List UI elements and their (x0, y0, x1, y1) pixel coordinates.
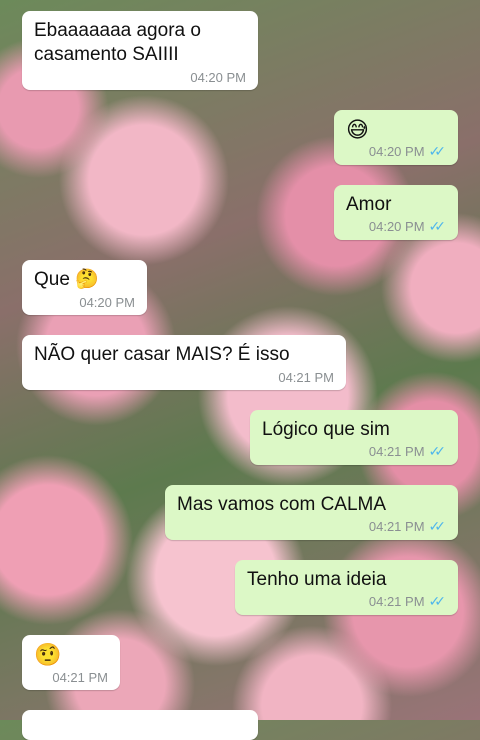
message-text: NÃO quer casar MAIS? É isso (34, 344, 290, 365)
message-meta: 04:21 PM ✓✓ (369, 518, 446, 535)
message-bubble-partial[interactable] (22, 710, 258, 740)
message-text: Mas vamos com CALMA (177, 494, 387, 515)
message-bubble-outgoing[interactable]: Mas vamos com CALMA 04:21 PM ✓✓ (165, 485, 458, 540)
message-bubble-incoming[interactable]: 🤨 04:21 PM (22, 635, 120, 690)
message-text: Tenho uma ideia (247, 569, 387, 590)
message-time: 04:21 PM (368, 519, 425, 534)
message-time: 04:21 PM (278, 370, 334, 385)
message-time: 04:20 PM (368, 144, 425, 159)
message-text: 😅 (346, 117, 369, 142)
message-time: 04:21 PM (368, 444, 425, 459)
message-bubble-outgoing[interactable]: 😅 04:20 PM ✓✓ (334, 110, 458, 165)
message-meta: 04:20 PM ✓✓ (369, 143, 446, 160)
double-check-icon: ✓✓ (428, 218, 447, 234)
message-meta: 04:21 PM ✓✓ (369, 593, 446, 610)
message-meta: 04:21 PM ✓✓ (369, 443, 446, 460)
message-bubble-incoming[interactable]: Ebaaaaaaa agora o casamento SAIIII 04:20… (22, 11, 258, 90)
message-meta: 04:20 PM (190, 70, 246, 85)
message-meta: 04:21 PM (52, 670, 108, 685)
message-meta: 04:20 PM (79, 295, 135, 310)
message-text: Que 🤔 (34, 269, 99, 290)
message-time: 04:20 PM (79, 295, 135, 310)
message-bubble-outgoing[interactable]: Lógico que sim 04:21 PM ✓✓ (250, 410, 458, 465)
chat-area: Ebaaaaaaa agora o casamento SAIIII 04:20… (0, 0, 480, 740)
message-bubble-incoming[interactable]: NÃO quer casar MAIS? É isso 04:21 PM (22, 335, 346, 390)
message-bubble-outgoing[interactable]: Amor 04:20 PM ✓✓ (334, 185, 458, 240)
double-check-icon: ✓✓ (428, 143, 447, 159)
message-meta: 04:21 PM (278, 370, 334, 385)
message-bubble-outgoing[interactable]: Tenho uma ideia 04:21 PM ✓✓ (235, 560, 458, 615)
double-check-icon: ✓✓ (428, 443, 447, 459)
message-time: 04:21 PM (52, 670, 108, 685)
message-time: 04:20 PM (190, 70, 246, 85)
double-check-icon: ✓✓ (428, 593, 447, 609)
message-bubble-incoming[interactable]: Que 🤔 04:20 PM (22, 260, 147, 315)
message-time: 04:21 PM (368, 594, 425, 609)
message-time: 04:20 PM (368, 219, 425, 234)
message-text: Amor (346, 194, 392, 215)
message-meta: 04:20 PM ✓✓ (369, 218, 446, 235)
double-check-icon: ✓✓ (428, 518, 447, 534)
message-text: Ebaaaaaaa agora o casamento SAIIII (34, 20, 201, 65)
message-text: 🤨 (34, 642, 62, 667)
message-text: Lógico que sim (262, 419, 390, 440)
